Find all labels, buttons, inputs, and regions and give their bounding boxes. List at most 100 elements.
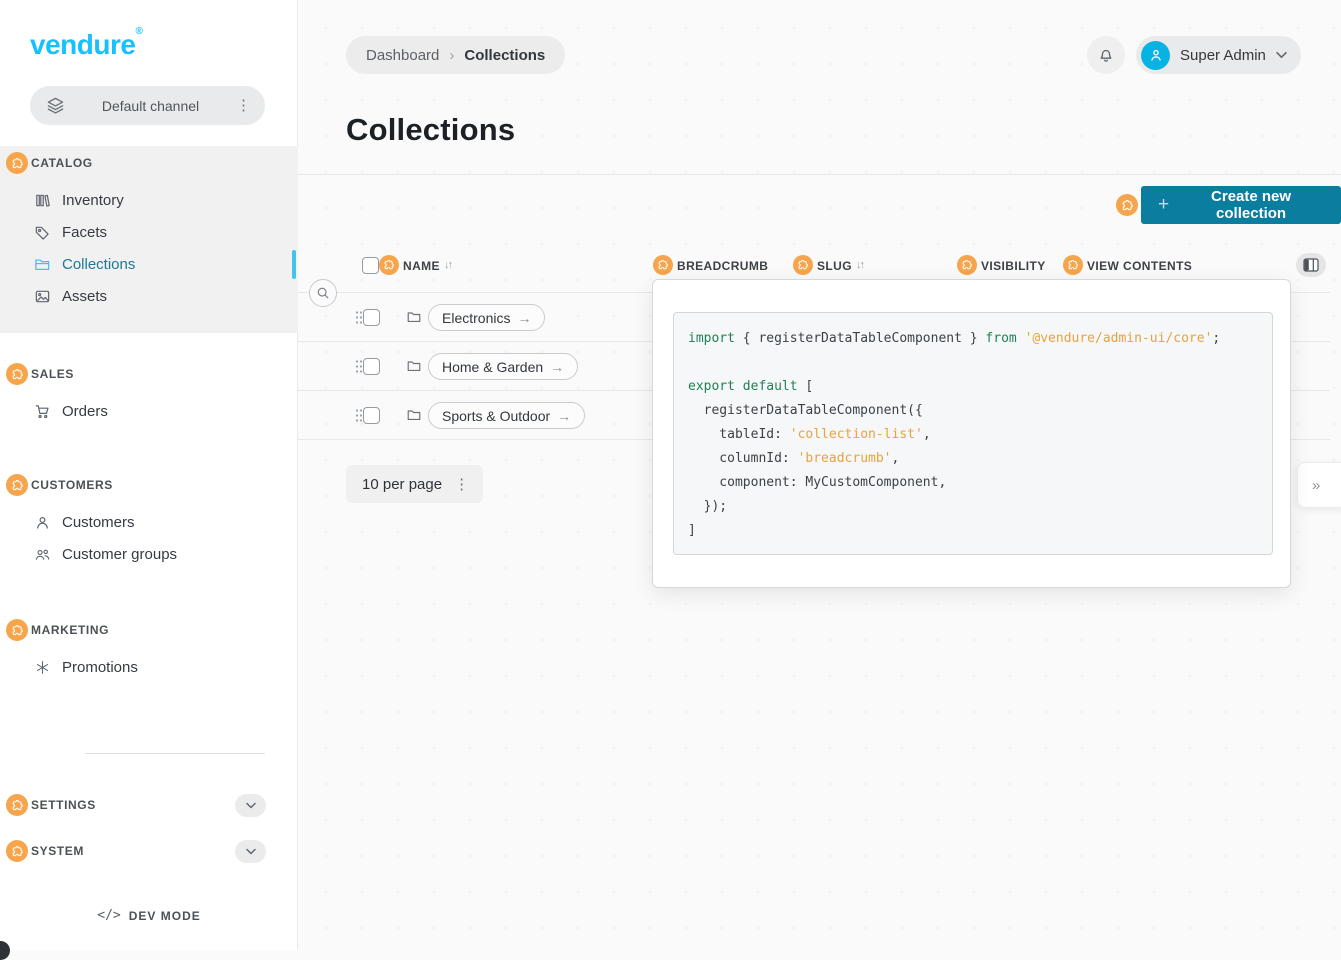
nav-section-sales: SALES Orders xyxy=(0,363,298,427)
section-label-customers: CUSTOMERS xyxy=(31,478,113,492)
dev-extension-badge[interactable] xyxy=(6,840,28,862)
column-header-name[interactable]: NAME xyxy=(403,259,440,273)
columns-icon xyxy=(1303,258,1319,272)
select-all-checkbox[interactable] xyxy=(362,257,379,274)
code-block: import { registerDataTableComponent } fr… xyxy=(673,312,1273,555)
table-search-button[interactable] xyxy=(309,279,337,307)
create-new-collection-button[interactable]: + Create new collection xyxy=(1141,186,1341,224)
per-page-label: 10 per page xyxy=(362,476,442,493)
breadcrumb-collections[interactable]: Collections xyxy=(464,47,545,64)
sidebar-item-label: Customer groups xyxy=(62,546,177,563)
collection-chip[interactable]: Home & Garden → xyxy=(428,353,578,380)
active-item-indicator xyxy=(292,250,296,279)
sidebar-item-customer-groups[interactable]: Customer groups xyxy=(0,538,298,570)
sidebar-item-facets[interactable]: Facets xyxy=(0,216,298,248)
dev-mode-label: DEV MODE xyxy=(129,909,201,923)
sort-icon[interactable]: ↓↑ xyxy=(856,259,863,271)
dev-extension-badge[interactable] xyxy=(6,152,28,174)
dev-extension-badge[interactable] xyxy=(1116,194,1138,216)
row-checkbox[interactable] xyxy=(363,358,380,375)
dev-mode-code-popover: import { registerDataTableComponent } fr… xyxy=(652,279,1291,588)
code-line: export default [ xyxy=(688,375,1260,399)
sidebar-item-label: Customers xyxy=(62,514,135,531)
avatar xyxy=(1141,41,1170,70)
section-label-marketing: MARKETING xyxy=(31,623,109,637)
user-icon xyxy=(1148,47,1164,63)
nav-section-settings[interactable]: SETTINGS xyxy=(0,791,298,819)
user-menu[interactable]: Super Admin xyxy=(1136,36,1301,74)
channel-label: Default channel xyxy=(65,98,236,114)
arrow-right-icon: → xyxy=(550,359,564,375)
sidebar-item-customers[interactable]: Customers xyxy=(0,506,298,538)
sidebar-item-orders[interactable]: Orders xyxy=(0,395,298,427)
sidebar-item-promotions[interactable]: Promotions xyxy=(0,651,298,683)
code-line: tableId: 'collection-list', xyxy=(688,423,1260,447)
row-checkbox[interactable] xyxy=(363,309,380,326)
dev-extension-badge[interactable] xyxy=(6,363,28,385)
breadcrumb-separator-icon: › xyxy=(449,47,454,64)
dev-extension-badge[interactable] xyxy=(653,255,673,275)
collections-icon xyxy=(33,256,51,273)
column-header-breadcrumb: BREADCRUMB xyxy=(677,259,768,273)
channel-menu-icon[interactable]: ⋮ xyxy=(236,98,251,113)
nav-section-system[interactable]: SYSTEM xyxy=(0,837,298,865)
dev-extension-badge[interactable] xyxy=(793,255,813,275)
column-header-slug[interactable]: SLUG xyxy=(817,259,852,273)
folder-icon xyxy=(406,358,422,374)
dev-extension-badge[interactable] xyxy=(6,474,28,496)
code-line: columnId: 'breadcrumb', xyxy=(688,447,1260,471)
vendure-logo[interactable]: vendure® xyxy=(30,26,142,61)
sort-icon[interactable]: ↓↑ xyxy=(444,259,451,271)
code-line xyxy=(688,351,1260,375)
dev-extension-badge[interactable] xyxy=(957,255,977,275)
drag-handle[interactable] xyxy=(355,408,363,423)
code-line: registerDataTableComponent({ xyxy=(688,399,1260,423)
user-name: Super Admin xyxy=(1180,47,1266,64)
sidebar-item-label: Assets xyxy=(62,288,107,305)
chevron-down-icon xyxy=(246,848,256,855)
orders-icon xyxy=(33,403,51,420)
collection-chip[interactable]: Electronics → xyxy=(428,304,545,331)
sidebar-item-inventory[interactable]: Inventory xyxy=(0,184,298,216)
dev-extension-badge[interactable] xyxy=(6,619,28,641)
sidebar-item-label: Promotions xyxy=(62,659,138,676)
row-checkbox[interactable] xyxy=(363,407,380,424)
code-brackets-icon: </> xyxy=(97,908,120,923)
collection-chip[interactable]: Sports & Outdoor → xyxy=(428,402,585,429)
sidebar-item-label: Inventory xyxy=(62,192,124,209)
drag-handle[interactable] xyxy=(355,310,363,325)
collection-name: Sports & Outdoor xyxy=(442,408,550,424)
channel-switcher[interactable]: Default channel ⋮ xyxy=(30,86,265,125)
collection-name: Electronics xyxy=(442,310,510,326)
sidebar-item-assets[interactable]: Assets xyxy=(0,280,298,312)
code-line: component: MyCustomComponent, xyxy=(688,471,1260,495)
sidebar-item-collections[interactable]: Collections xyxy=(0,248,298,280)
sidebar-item-label: Collections xyxy=(62,256,135,273)
expand-settings-button[interactable] xyxy=(235,794,266,817)
expand-system-button[interactable] xyxy=(235,840,266,863)
notifications-button[interactable] xyxy=(1087,36,1125,74)
dev-extension-badge[interactable] xyxy=(6,794,28,816)
header-divider xyxy=(298,174,1341,175)
dev-mode-toggle[interactable]: </> DEV MODE xyxy=(0,908,298,923)
search-icon xyxy=(316,286,330,300)
column-settings-button[interactable] xyxy=(1296,253,1326,277)
column-header-view-contents: VIEW CONTENTS xyxy=(1087,259,1192,273)
column-header-visibility: VISIBILITY xyxy=(981,259,1046,273)
section-label-catalog: CATALOG xyxy=(31,156,93,170)
corner-fab-partial[interactable] xyxy=(0,941,10,960)
breadcrumb-dashboard[interactable]: Dashboard xyxy=(366,47,439,64)
items-per-page-select[interactable]: 10 per page ⋮ xyxy=(346,465,483,503)
breadcrumb: Dashboard › Collections xyxy=(346,36,565,74)
trademark-mark: ® xyxy=(135,26,142,37)
sidebar: vendure® Default channel ⋮ CATALOG Inven… xyxy=(0,0,298,950)
sidebar-item-label: Orders xyxy=(62,403,108,420)
inventory-icon xyxy=(33,192,51,209)
dev-extension-badge[interactable] xyxy=(379,255,399,275)
customer-groups-icon xyxy=(33,546,51,563)
nav-section-catalog: CATALOG Inventory Facets Collections xyxy=(0,152,298,312)
dev-extension-badge[interactable] xyxy=(1063,255,1083,275)
next-page-button[interactable]: » xyxy=(1297,462,1341,508)
drag-handle[interactable] xyxy=(355,359,363,374)
plus-icon: + xyxy=(1158,194,1169,216)
